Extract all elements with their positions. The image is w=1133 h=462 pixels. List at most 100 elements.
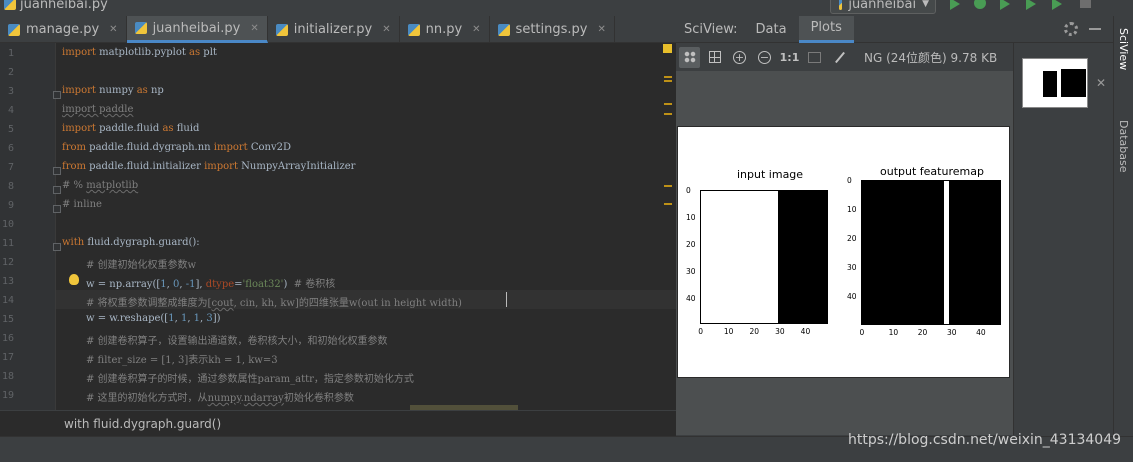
fold-marker[interactable]: [53, 205, 61, 213]
code-line-12: # 创建初始化权重参数w: [86, 260, 197, 271]
tab-manage-py[interactable]: manage.py ✕: [0, 16, 127, 43]
code-line-3: import numpy as np: [62, 85, 164, 96]
code-line-19: # 这里的初始化方式时，从numpy.ndarray初始化卷积参数: [86, 393, 354, 404]
plot-toolbar: + − 1:1 NG (24位颜色) 9.78 KB: [676, 43, 1013, 71]
close-icon[interactable]: ✕: [1096, 76, 1106, 90]
close-icon[interactable]: ✕: [250, 23, 258, 34]
tab-data[interactable]: Data: [744, 16, 799, 43]
code-line-17: # filter_size = [1, 3]表示kh = 1, kw=3: [86, 355, 278, 366]
y-tick-label: 0: [686, 186, 691, 196]
code-line-8: # % matplotlib: [62, 180, 139, 191]
code-line-15: w = w.reshape([1, 1, 1, 3]): [86, 313, 221, 324]
code-line-14: # 将权重参数调整成维度为[cout, cin, kh, kw]的四维张量w(o…: [86, 298, 462, 309]
title-bar: juanheibai.py juanheibai ▼: [0, 0, 1133, 16]
right-tool-strip: SciView Database: [1113, 16, 1133, 435]
tab-label: manage.py: [26, 22, 100, 37]
coverage-button[interactable]: [1000, 0, 1014, 11]
x-tick-label: 40: [800, 327, 811, 336]
tab-label: nn.py: [425, 22, 463, 37]
line-number: 16: [1, 333, 14, 344]
y-tick-label: 30: [847, 263, 857, 273]
close-icon[interactable]: ✕: [382, 24, 390, 35]
grid-icon: [708, 51, 721, 63]
minimize-icon[interactable]: [1089, 28, 1101, 30]
crop-icon: [808, 51, 821, 63]
concurrency-icon: [1052, 0, 1062, 10]
plot-thumbnail[interactable]: [1022, 58, 1088, 108]
x-tick-label: 10: [888, 328, 899, 337]
image-info: NG (24位颜色) 9.78 KB: [864, 50, 998, 65]
code-editor[interactable]: 1234567891011121314151617181920 import m…: [0, 43, 676, 410]
x-tick-label: 40: [976, 328, 986, 337]
chart-axes-input: [700, 190, 828, 324]
fit-to-window-button[interactable]: [679, 46, 700, 68]
tab-initializer-py[interactable]: initializer.py ✕: [268, 16, 400, 43]
x-tick-label: 20: [749, 327, 760, 336]
lightbulb-icon[interactable]: [69, 274, 79, 285]
heatmap-region-black: [777, 191, 827, 323]
sciview-tool-tab[interactable]: SciView: [1117, 28, 1130, 70]
y-tick-label: 10: [686, 213, 696, 223]
x-tick-label: 20: [917, 328, 928, 337]
line-number: 3: [7, 86, 14, 97]
stop-button[interactable]: [1080, 0, 1094, 11]
line-number: 5: [7, 124, 14, 135]
actual-size-button[interactable]: 1:1: [779, 47, 800, 68]
gear-icon[interactable]: [1064, 22, 1078, 36]
sciview-header: SciView: Data Plots: [676, 15, 1113, 43]
x-tick-label: 30: [775, 327, 785, 336]
python-file-icon: [839, 0, 843, 10]
fold-marker[interactable]: [53, 91, 61, 99]
profile-icon: [1026, 0, 1036, 10]
run-config-label: juanheibai: [848, 0, 917, 12]
code-line-9: # inline: [62, 199, 102, 210]
text-caret: [506, 292, 507, 307]
breadcrumb-item[interactable]: with fluid.dygraph.guard(): [64, 417, 221, 431]
run-icon: [950, 0, 960, 10]
line-number: 15: [1, 314, 14, 325]
run-configuration-selector[interactable]: juanheibai ▼: [830, 0, 936, 14]
fold-marker[interactable]: [53, 243, 61, 251]
run-button[interactable]: [950, 0, 964, 11]
zoom-in-button[interactable]: +: [729, 47, 750, 68]
tool-tab-label: Database: [1117, 120, 1130, 173]
crop-button[interactable]: [804, 47, 825, 68]
tab-juanheibai-py[interactable]: juanheibai.py ✕: [126, 16, 268, 43]
tab-plots[interactable]: Plots: [798, 15, 854, 43]
zoom-out-button[interactable]: −: [754, 47, 775, 68]
profile-button[interactable]: [1026, 0, 1040, 11]
watermark: https://blog.csdn.net/weixin_43134049: [848, 432, 1122, 448]
code-line-18: # 创建卷积算子的时候，通过参数属性param_attr，指定参数初始化方式: [86, 374, 414, 385]
fit-icon: [683, 51, 696, 63]
code-line-5: import paddle.fluid as fluid: [62, 123, 200, 134]
tab-nn-py[interactable]: nn.py ✕: [400, 16, 490, 43]
chart-axes-output: [861, 180, 1001, 325]
database-tool-tab[interactable]: Database: [1117, 120, 1130, 173]
line-number: 14: [1, 295, 14, 306]
tab-label: initializer.py: [293, 22, 373, 37]
thumbnail-mark: [1061, 69, 1086, 97]
grid-button[interactable]: [704, 47, 725, 68]
fold-marker[interactable]: [53, 167, 61, 175]
close-icon[interactable]: ✕: [472, 24, 480, 35]
color-picker-button[interactable]: [829, 47, 850, 68]
chevron-down-icon: ▼: [922, 0, 929, 9]
sciview-title: SciView:: [684, 21, 738, 37]
warning-indicator-icon[interactable]: [663, 44, 672, 53]
eyedropper-icon: [834, 51, 845, 63]
code-line-11: with fluid.dygraph.guard():: [62, 237, 200, 248]
close-icon[interactable]: ✕: [109, 24, 117, 35]
line-number: 8: [7, 181, 14, 192]
line-number: 18: [1, 371, 14, 382]
line-number: 19: [1, 390, 14, 401]
chart-title: input image: [737, 168, 804, 181]
python-file-icon: [8, 23, 20, 36]
tab-settings-py[interactable]: settings.py ✕: [490, 16, 615, 43]
breadcrumb[interactable]: with fluid.dygraph.guard(): [0, 410, 676, 436]
debug-button[interactable]: [974, 0, 988, 11]
zoom-in-icon: +: [733, 50, 746, 64]
code-line-13: w = np.array([1, 0, -1], dtype='float32'…: [86, 279, 336, 290]
close-icon[interactable]: ✕: [597, 24, 605, 35]
fold-marker[interactable]: [53, 186, 61, 194]
concurrency-button[interactable]: [1052, 0, 1066, 11]
